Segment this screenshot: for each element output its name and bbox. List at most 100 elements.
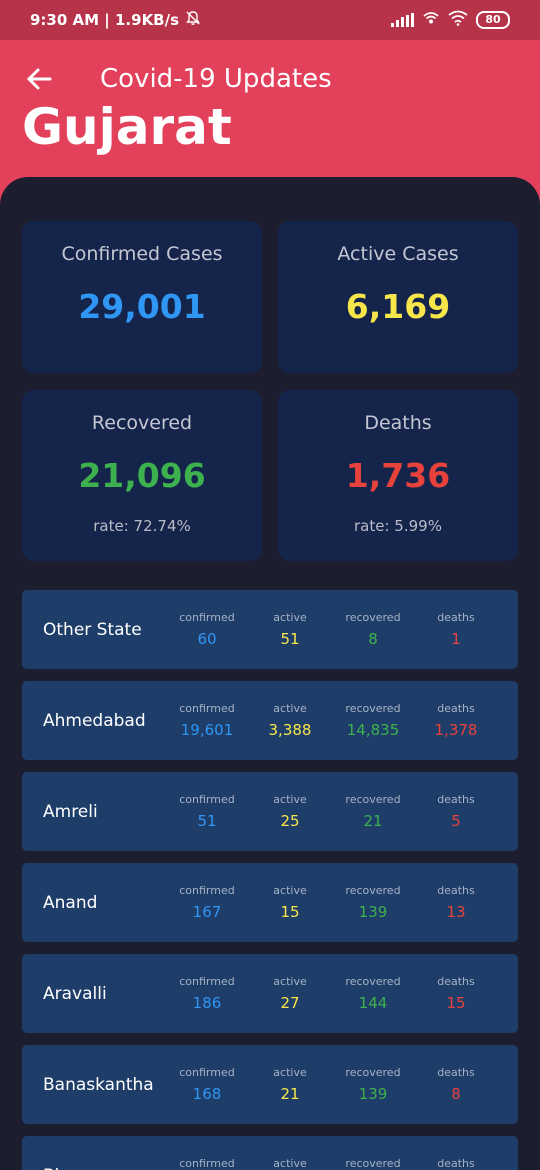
district-row[interactable]: Aravalli confirmed 186 active 27 recover… <box>22 954 518 1033</box>
deaths-header: deaths <box>437 702 475 715</box>
active-count: 27 <box>280 994 300 1012</box>
confirmed-header: confirmed <box>179 793 235 806</box>
status-bar: 9:30 AM | 1.9KB/s 80 <box>0 0 540 40</box>
page-title: Covid-19 Updates <box>100 64 332 94</box>
deaths-count: 15 <box>446 994 466 1012</box>
confirmed-count: 51 <box>197 812 217 830</box>
deaths-header: deaths <box>437 884 475 897</box>
confirmed-header: confirmed <box>179 611 235 624</box>
confirmed-column: confirmed 186 <box>167 975 247 1012</box>
deaths-count: 8 <box>451 1085 461 1103</box>
recovered-column: recovered 144 <box>333 975 413 1012</box>
district-name: Anand <box>43 893 98 913</box>
district-row[interactable]: Banaskantha confirmed 168 active 21 reco… <box>22 1045 518 1124</box>
district-row[interactable]: Ahmedabad confirmed 19,601 active 3,388 … <box>22 681 518 760</box>
deaths-header: deaths <box>437 1066 475 1079</box>
recovered-column: recovered 14,835 <box>333 702 413 739</box>
confirmed-count: 60 <box>197 630 217 648</box>
confirmed-column: confirmed 60 <box>167 611 247 648</box>
recovered-rate: rate: 72.74% <box>93 517 191 535</box>
recovered-column: recovered 8 <box>333 611 413 648</box>
active-column: active 27 <box>250 975 330 1012</box>
active-cases-label: Active Cases <box>337 243 459 265</box>
confirmed-count: 19,601 <box>180 721 234 739</box>
active-column: active 21 <box>250 1066 330 1103</box>
deaths-label: Deaths <box>364 412 432 434</box>
confirmed-column: confirmed 19,601 <box>167 702 247 739</box>
recovered-count: 144 <box>358 994 388 1012</box>
confirmed-cases-label: Confirmed Cases <box>61 243 223 265</box>
deaths-header: deaths <box>437 1157 475 1170</box>
district-name: Ahmedabad <box>43 711 146 731</box>
active-count: 51 <box>280 630 300 648</box>
recovered-header: recovered <box>345 793 401 806</box>
district-row[interactable]: Anand confirmed 167 active 15 recovered … <box>22 863 518 942</box>
active-cases-value: 6,169 <box>345 287 451 326</box>
battery-indicator: 80 <box>476 11 510 29</box>
recovered-header: recovered <box>345 702 401 715</box>
recovered-count: 14,835 <box>346 721 400 739</box>
confirmed-column: confirmed 51 <box>167 793 247 830</box>
active-header: active <box>273 975 307 988</box>
wifi-icon <box>448 10 468 30</box>
confirmed-count: 168 <box>192 1085 222 1103</box>
region-title: Gujarat <box>22 98 232 156</box>
active-count: 3,388 <box>268 721 312 739</box>
deaths-header: deaths <box>437 793 475 806</box>
deaths-header: deaths <box>437 975 475 988</box>
confirmed-column: confirmed <box>167 1157 247 1170</box>
header: Covid-19 Updates Gujarat <box>0 40 540 190</box>
confirmed-header: confirmed <box>179 702 235 715</box>
deaths-count: 1 <box>451 630 461 648</box>
deaths-count: 5 <box>451 812 461 830</box>
recovered-header: recovered <box>345 975 401 988</box>
back-button[interactable] <box>22 62 56 96</box>
confirmed-column: confirmed 167 <box>167 884 247 921</box>
active-header: active <box>273 1066 307 1079</box>
district-row[interactable]: Bhavnagar confirmed active recovered dea… <box>22 1136 518 1170</box>
district-name: Aravalli <box>43 984 107 1004</box>
confirmed-cases-value: 29,001 <box>78 287 206 326</box>
recovered-column: recovered 139 <box>333 1066 413 1103</box>
district-name: Banaskantha <box>43 1075 154 1095</box>
deaths-rate: rate: 5.99% <box>354 517 442 535</box>
deaths-card: Deaths 1,736 rate: 5.99% <box>278 390 518 561</box>
confirmed-header: confirmed <box>179 1066 235 1079</box>
deaths-column: deaths <box>416 1157 496 1170</box>
active-header: active <box>273 611 307 624</box>
hotspot-icon <box>422 10 440 30</box>
active-column: active 25 <box>250 793 330 830</box>
recovered-count: 139 <box>358 903 388 921</box>
arrow-left-icon <box>27 68 52 90</box>
recovered-header: recovered <box>345 884 401 897</box>
recovered-count: 21 <box>363 812 383 830</box>
status-time-speed: 9:30 AM | 1.9KB/s <box>30 11 180 29</box>
confirmed-header: confirmed <box>179 884 235 897</box>
active-header: active <box>273 793 307 806</box>
active-count: 21 <box>280 1085 300 1103</box>
recovered-card: Recovered 21,096 rate: 72.74% <box>22 390 262 561</box>
deaths-column: deaths 15 <box>416 975 496 1012</box>
active-header: active <box>273 884 307 897</box>
confirmed-cases-card: Confirmed Cases 29,001 <box>22 221 262 373</box>
active-header: active <box>273 1157 307 1170</box>
confirmed-column: confirmed 168 <box>167 1066 247 1103</box>
active-column: active 51 <box>250 611 330 648</box>
confirmed-header: confirmed <box>179 1157 235 1170</box>
recovered-header: recovered <box>345 611 401 624</box>
recovered-column: recovered 139 <box>333 884 413 921</box>
district-name: Amreli <box>43 802 98 822</box>
deaths-column: deaths 1,378 <box>416 702 496 739</box>
active-column: active 3,388 <box>250 702 330 739</box>
confirmed-header: confirmed <box>179 975 235 988</box>
active-header: active <box>273 702 307 715</box>
recovered-column: recovered 21 <box>333 793 413 830</box>
active-count: 15 <box>280 903 300 921</box>
deaths-column: deaths 1 <box>416 611 496 648</box>
signal-icon <box>391 13 414 27</box>
district-row[interactable]: Amreli confirmed 51 active 25 recovered … <box>22 772 518 851</box>
district-row[interactable]: Other State confirmed 60 active 51 recov… <box>22 590 518 669</box>
recovered-count: 8 <box>368 630 378 648</box>
deaths-value: 1,736 <box>345 456 451 495</box>
deaths-count: 13 <box>446 903 466 921</box>
